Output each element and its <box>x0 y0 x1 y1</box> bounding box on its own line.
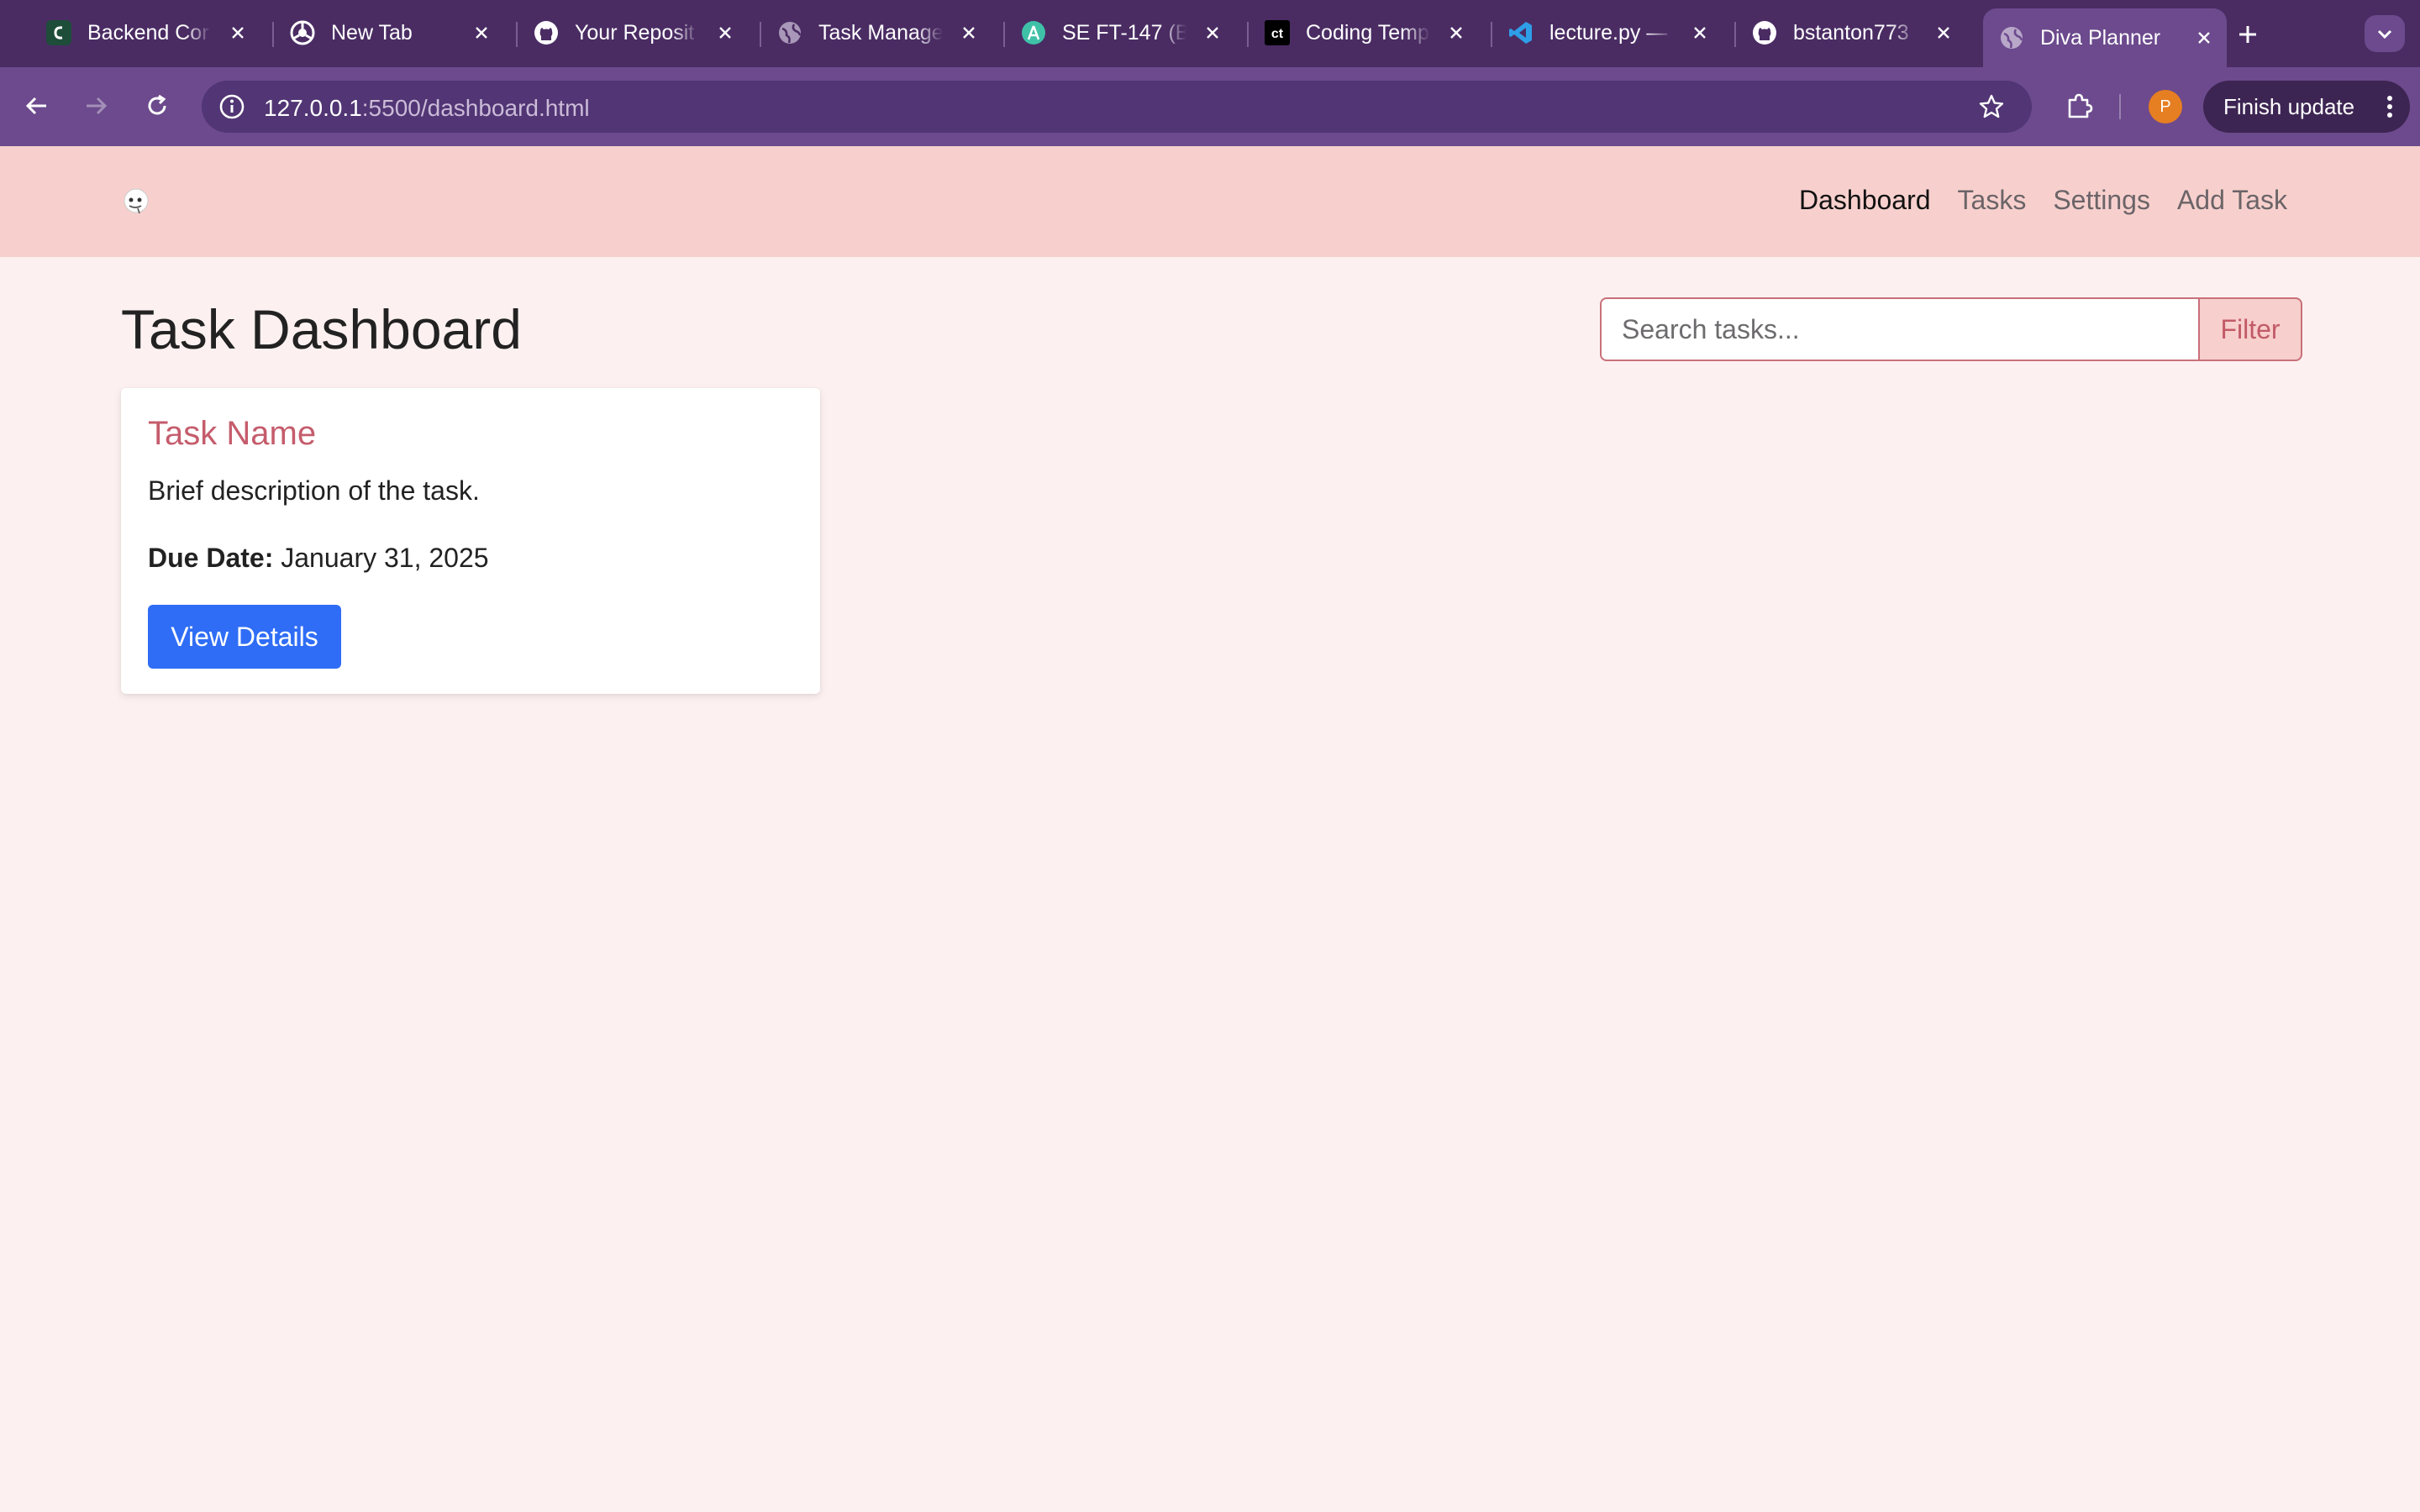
github-icon <box>1751 19 1778 46</box>
browser-tab[interactable]: bstanton773 <box>1743 8 1958 57</box>
task-due-date: Due Date: January 31, 2025 <box>148 543 489 574</box>
backend-favicon-icon <box>45 19 72 46</box>
due-date-label: Due Date: <box>148 543 274 573</box>
due-date-value: January 31, 2025 <box>281 543 489 573</box>
nav-link-dashboard[interactable]: Dashboard <box>1799 185 1931 216</box>
tab-separator <box>1247 22 1249 47</box>
github-icon <box>533 19 560 46</box>
tab-title: Task Manage <box>818 20 943 45</box>
task-card: Task Name Brief description of the task.… <box>121 388 820 694</box>
url-host: 127.0.0.1 <box>264 95 362 121</box>
forward-button[interactable] <box>76 86 116 126</box>
finish-update-label: Finish update <box>2223 93 2355 119</box>
bookmark-star-icon[interactable] <box>1973 88 2010 125</box>
tab-separator <box>760 22 761 47</box>
toolbar-separator <box>2119 94 2121 119</box>
close-icon[interactable] <box>467 18 496 47</box>
tab-title: New Tab <box>331 20 413 45</box>
close-icon[interactable] <box>224 18 252 47</box>
nav-link-tasks[interactable]: Tasks <box>1958 185 2027 216</box>
reload-icon <box>148 94 166 115</box>
chrome-icon <box>289 19 316 46</box>
browser-tab-active[interactable]: Diva Planner <box>1983 8 2227 67</box>
globe-icon <box>1998 24 2025 51</box>
close-icon[interactable] <box>1686 18 1714 47</box>
tab-title: Diva Planner <box>2040 25 2161 50</box>
tab-title: SE FT-147 (B <box>1062 20 1186 45</box>
task-name: Task Name <box>148 415 317 452</box>
ct-favicon-text: ct <box>1271 27 1284 41</box>
extensions-button[interactable] <box>2059 86 2099 126</box>
browser-toolbar: 127.0.0.1:5500/dashboard.html P Finish u… <box>0 67 2420 146</box>
browser-tab[interactable]: lecture.py — <box>1499 8 1714 57</box>
puzzle-icon <box>2068 93 2093 118</box>
browser-tabstrip: Backend Cor New Tab Your Reposit Task Ma… <box>0 0 2420 67</box>
tab-separator <box>516 22 518 47</box>
search-input[interactable] <box>1600 297 2198 361</box>
search-group: Filter <box>1600 297 2302 361</box>
course-favicon-icon <box>1020 19 1047 46</box>
browser-tab[interactable]: SE FT-147 (B <box>1012 8 1227 57</box>
ct-favicon-icon: ct <box>1264 19 1291 46</box>
url-text: 127.0.0.1:5500/dashboard.html <box>264 95 590 122</box>
close-icon[interactable] <box>1198 18 1227 47</box>
close-icon[interactable] <box>955 18 983 47</box>
browser-tab[interactable]: Task Manage <box>768 8 983 57</box>
tab-title: Your Reposit <box>575 20 695 45</box>
browser-tab[interactable]: Your Reposit <box>524 8 739 57</box>
chevron-down-icon <box>2377 29 2392 39</box>
arrow-right-icon <box>87 97 108 115</box>
vscode-icon <box>1507 19 1534 46</box>
globe-icon <box>776 19 803 46</box>
close-icon[interactable] <box>711 18 739 47</box>
close-icon[interactable] <box>1929 18 1958 47</box>
close-icon[interactable] <box>2190 24 2218 52</box>
nav-links: Dashboard Tasks Settings Add Task <box>1799 185 2287 216</box>
tab-title: lecture.py — <box>1549 20 1668 45</box>
task-description: Brief description of the task. <box>148 475 480 506</box>
view-details-button[interactable]: View Details <box>148 605 341 669</box>
more-menu-icon[interactable] <box>2385 92 2395 121</box>
page-title: Task Dashboard <box>121 298 522 360</box>
tab-separator <box>1003 22 1005 47</box>
tab-title: bstanton773 <box>1793 20 1909 45</box>
nav-link-settings[interactable]: Settings <box>2053 185 2150 216</box>
close-icon[interactable] <box>1442 18 1470 47</box>
browser-tab[interactable]: New Tab <box>281 8 496 57</box>
plus-icon <box>2239 26 2256 43</box>
nav-link-add-task[interactable]: Add Task <box>2177 185 2287 216</box>
arrow-left-icon <box>25 97 46 115</box>
reload-button[interactable] <box>137 86 177 126</box>
browser-tab[interactable]: Backend Cor <box>37 8 252 57</box>
tab-title: Backend Cor <box>87 20 209 45</box>
site-navbar: Dashboard Tasks Settings Add Task <box>0 146 2420 257</box>
browser-tab[interactable]: ct Coding Temp <box>1255 8 1470 57</box>
new-tab-button[interactable] <box>2230 17 2265 52</box>
tab-separator <box>1734 22 1736 47</box>
tab-title: Coding Temp <box>1306 20 1429 45</box>
back-button[interactable] <box>17 86 57 126</box>
address-bar[interactable]: 127.0.0.1:5500/dashboard.html <box>202 81 2032 133</box>
finish-update-button[interactable]: Finish update <box>2203 81 2410 133</box>
tab-separator <box>1491 22 1492 47</box>
site-info-icon[interactable] <box>213 88 250 125</box>
url-path: :5500/dashboard.html <box>361 95 590 121</box>
tab-search-button[interactable] <box>2365 15 2405 52</box>
profile-avatar[interactable]: P <box>2149 90 2182 123</box>
filter-button[interactable]: Filter <box>2198 297 2302 361</box>
tab-separator <box>272 22 274 47</box>
brand-logo-icon[interactable] <box>121 186 151 217</box>
